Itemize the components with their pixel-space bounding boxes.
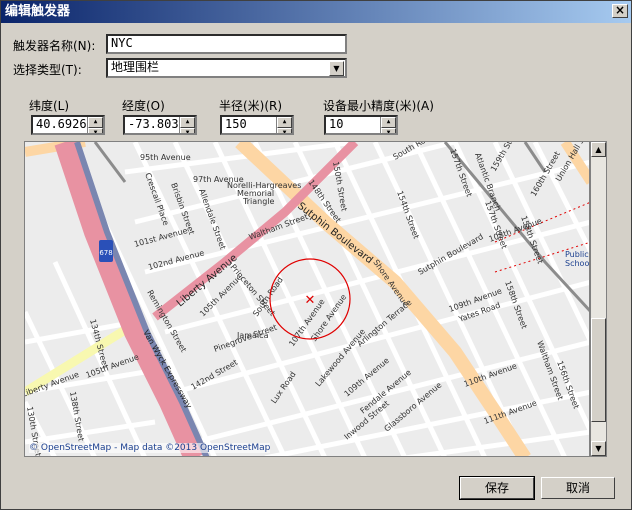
map-label: Public [565, 250, 589, 259]
svg-text:678: 678 [99, 249, 112, 257]
map-canvas[interactable]: 95th Avenue 97th Avenue Norelli-Hargreav… [25, 142, 590, 457]
geofence-map[interactable]: 95th Avenue 97th Avenue Norelli-Hargreav… [24, 141, 590, 457]
trigger-type-label: 选择类型(T): [13, 63, 82, 77]
map-label: Triangle [242, 197, 274, 206]
scroll-down-icon[interactable]: ▼ [591, 441, 606, 456]
map-attribution[interactable]: © OpenStreetMap - Map data ©2013 OpenStr… [29, 443, 271, 453]
trigger-name-input[interactable]: NYC [106, 34, 347, 54]
accuracy-input[interactable]: 10 ▲ ▼ [324, 115, 398, 135]
scroll-thumb[interactable] [591, 318, 606, 422]
longitude-label: 经度(O) [122, 99, 165, 113]
map-label: 95th Avenue [140, 153, 191, 162]
accuracy-spinner[interactable]: ▲ ▼ [380, 117, 396, 133]
longitude-spinner[interactable]: ▲ ▼ [179, 117, 195, 133]
close-button[interactable]: × [612, 4, 628, 18]
radius-input[interactable]: 150 ▲ ▼ [220, 115, 294, 135]
window-title: 编辑触发器 [5, 4, 71, 19]
map-vertical-scrollbar[interactable]: ▲ ▼ [590, 141, 607, 457]
map-label: School 4 [565, 259, 590, 268]
title-bar: 编辑触发器 × [1, 1, 631, 23]
trigger-type-select[interactable]: 地理围栏 ▼ [106, 58, 347, 78]
cancel-button[interactable]: 取消 [541, 477, 615, 499]
accuracy-label: 设备最小精度(米)(A) [323, 99, 434, 113]
radius-value: 150 [225, 117, 247, 131]
trigger-type-value: 地理围栏 [111, 60, 160, 74]
trigger-name-label: 触发器名称(N): [13, 39, 96, 53]
longitude-input[interactable]: -73.80327 ▲ ▼ [123, 115, 197, 135]
location-marker-icon[interactable]: ✕ [305, 293, 316, 308]
edit-trigger-dialog: 编辑触发器 × 触发器名称(N): NYC 选择类型(T): 地理围栏 ▼ 纬度… [0, 0, 632, 510]
chevron-down-icon[interactable]: ▼ [329, 61, 344, 76]
save-button[interactable]: 保存 [459, 476, 535, 500]
accuracy-value: 10 [329, 117, 344, 131]
radius-label: 半径(米)(R) [219, 99, 283, 113]
highway-shield-icon: 678 [99, 240, 113, 262]
latitude-input[interactable]: 40.692648 ▲ ▼ [31, 115, 105, 135]
radius-spinner[interactable]: ▲ ▼ [276, 117, 292, 133]
scroll-up-icon[interactable]: ▲ [591, 142, 606, 157]
latitude-label: 纬度(L) [29, 99, 70, 113]
latitude-spinner[interactable]: ▲ ▼ [87, 117, 103, 133]
